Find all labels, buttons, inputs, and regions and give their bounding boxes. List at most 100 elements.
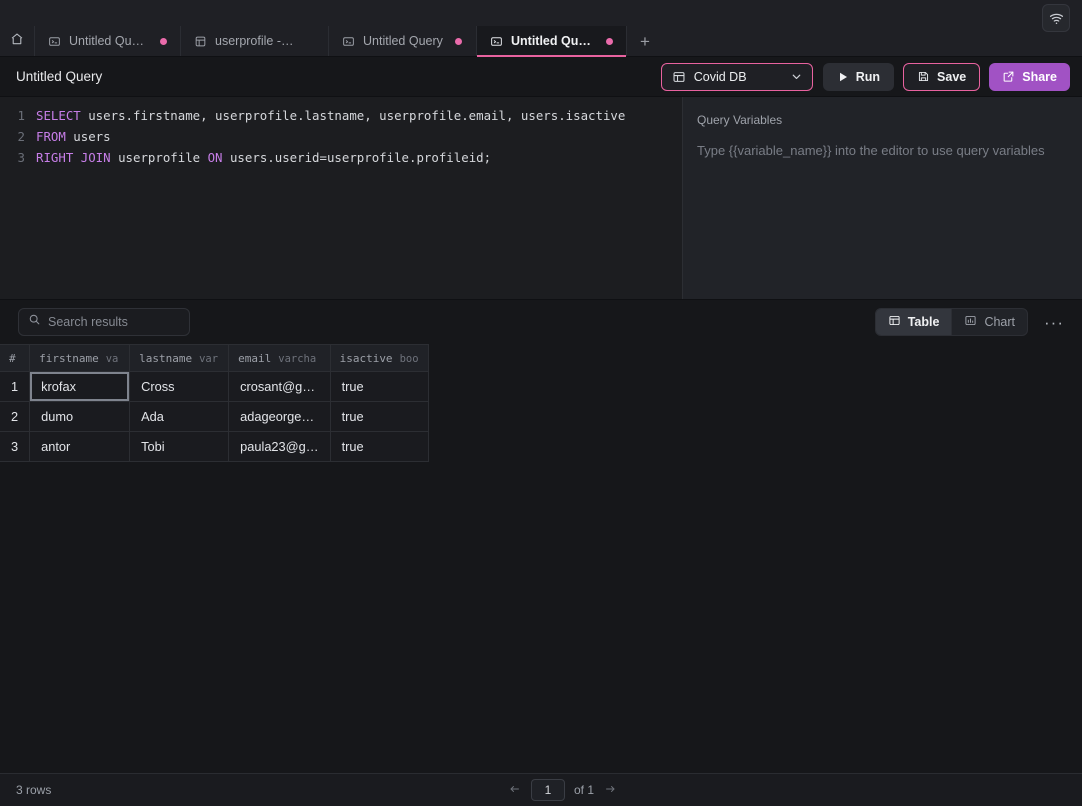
tab-modified-dot — [160, 38, 167, 45]
database-selector[interactable]: Covid DB — [661, 63, 813, 91]
database-panel-icon — [672, 70, 686, 84]
bar-chart-icon — [964, 314, 977, 330]
row-index: 2 — [0, 402, 30, 432]
table-header-row: # firstname va lastname var — [0, 345, 428, 372]
column-type: va — [106, 353, 119, 365]
home-icon — [10, 32, 24, 51]
query-terminal-icon — [490, 35, 503, 48]
share-button[interactable]: Share — [989, 63, 1070, 91]
search-icon — [28, 313, 41, 331]
table-icon — [194, 35, 207, 48]
results-table-head: # firstname va lastname var — [0, 345, 428, 372]
tab-chart-view[interactable]: Chart — [952, 309, 1027, 335]
editor-row: 1 SELECT users.firstname, userprofile.la… — [0, 97, 1082, 299]
code-line-3: 3 RIGHT JOIN userprofile ON users.userid… — [0, 147, 682, 168]
query-variables-hint: Type {{variable_name}} into the editor t… — [697, 143, 1068, 158]
tab-untitled-query-3-active[interactable]: Untitled Query — [477, 26, 627, 56]
table-view-label: Table — [908, 315, 940, 329]
table-row[interactable]: 1 krofax Cross crosant@g… true — [0, 372, 428, 402]
query-terminal-icon — [48, 35, 61, 48]
column-name: email — [238, 352, 271, 365]
tab-untitled-query-2[interactable]: Untitled Query — [329, 26, 477, 56]
run-label: Run — [856, 70, 880, 84]
tab-userprofile-table[interactable]: userprofile - Co... — [181, 26, 329, 56]
results-table-container: # firstname va lastname var — [0, 344, 1082, 773]
sql-text: users.firstname, userprofile.lastname, u… — [81, 108, 626, 123]
code-line-2: 2 FROM users — [0, 126, 682, 147]
results-more-options-button[interactable]: ··· — [1038, 314, 1070, 331]
cell-lastname[interactable]: Ada — [130, 402, 229, 432]
tab-modified-dot — [606, 38, 613, 45]
column-header-firstname[interactable]: firstname va — [30, 345, 130, 372]
cell-isactive[interactable]: true — [330, 432, 428, 462]
page-total-label: of 1 — [574, 783, 594, 797]
save-label: Save — [937, 70, 966, 84]
cell-firstname[interactable]: antor — [30, 432, 130, 462]
column-name: lastname — [139, 352, 192, 365]
run-button[interactable]: Run — [823, 63, 894, 91]
code-line-1: 1 SELECT users.firstname, userprofile.la… — [0, 105, 682, 126]
page-number-input[interactable]: 1 — [531, 779, 565, 801]
connection-status-button[interactable] — [1042, 4, 1070, 32]
tab-table-view[interactable]: Table — [876, 309, 952, 335]
column-type: varcha — [278, 353, 316, 365]
tab-label: Untitled Query — [363, 34, 443, 48]
line-number: 3 — [0, 147, 36, 168]
next-page-button[interactable] — [603, 783, 618, 798]
column-name: firstname — [39, 352, 99, 365]
table-view-icon — [888, 314, 901, 330]
results-table-body: 1 krofax Cross crosant@g… true 2 dumo Ad… — [0, 372, 428, 462]
tab-label: Untitled Query — [69, 34, 148, 48]
save-button[interactable]: Save — [903, 63, 980, 91]
tab-label: userprofile - Co... — [215, 34, 296, 48]
sql-editor-app: Untitled Query userprofile - Co... — [0, 0, 1082, 806]
home-tab-button[interactable] — [0, 26, 35, 56]
cell-isactive[interactable]: true — [330, 372, 428, 402]
cell-email[interactable]: paula23@g… — [229, 432, 330, 462]
row-count-label: 3 rows — [16, 783, 51, 797]
chart-view-label: Chart — [984, 315, 1015, 329]
search-input[interactable] — [48, 315, 209, 329]
row-index: 1 — [0, 372, 30, 402]
cell-lastname[interactable]: Cross — [130, 372, 229, 402]
column-header-lastname[interactable]: lastname var — [130, 345, 229, 372]
chevron-down-icon — [790, 70, 803, 83]
new-tab-button[interactable]: + — [627, 26, 663, 56]
search-results-box[interactable] — [18, 308, 190, 336]
ellipsis-icon: ··· — [1044, 313, 1064, 332]
previous-page-button[interactable] — [507, 783, 522, 798]
tab-modified-dot — [455, 38, 462, 45]
tab-untitled-query-1[interactable]: Untitled Query — [35, 26, 181, 56]
column-header-isactive[interactable]: isactive boo — [330, 345, 428, 372]
sql-editor[interactable]: 1 SELECT users.firstname, userprofile.la… — [0, 97, 683, 299]
page-title: Untitled Query — [16, 69, 102, 84]
column-type: boo — [400, 353, 419, 365]
cell-isactive[interactable]: true — [330, 402, 428, 432]
window-titlebar — [0, 0, 1082, 26]
cell-email[interactable]: adageorge… — [229, 402, 330, 432]
sql-keyword: ON — [208, 150, 223, 165]
code-content: SELECT users.firstname, userprofile.last… — [36, 105, 625, 126]
external-link-icon — [1002, 70, 1015, 83]
pagination: 1 of 1 — [507, 779, 618, 801]
cell-lastname[interactable]: Tobi — [130, 432, 229, 462]
sql-keyword: SELECT — [36, 108, 81, 123]
sql-keyword: FROM — [36, 129, 66, 144]
results-footer: 3 rows 1 of 1 — [0, 773, 1082, 806]
sql-keyword: RIGHT JOIN — [36, 150, 111, 165]
line-number: 1 — [0, 105, 36, 126]
query-terminal-icon — [342, 35, 355, 48]
row-index: 3 — [0, 432, 30, 462]
column-header-email[interactable]: email varcha — [229, 345, 330, 372]
cell-firstname[interactable]: dumo — [30, 402, 130, 432]
view-mode-toggle: Table Chart — [875, 308, 1028, 336]
tab-strip: Untitled Query userprofile - Co... — [0, 26, 1082, 57]
table-row[interactable]: 3 antor Tobi paula23@g… true — [0, 432, 428, 462]
sql-text: userprofile — [111, 150, 208, 165]
sql-text: users.userid=userprofile.profileid; — [223, 150, 492, 165]
sql-text: users — [66, 129, 111, 144]
cell-firstname[interactable]: krofax — [30, 372, 130, 402]
cell-email[interactable]: crosant@g… — [229, 372, 330, 402]
table-row[interactable]: 2 dumo Ada adageorge… true — [0, 402, 428, 432]
floppy-disk-icon — [917, 70, 930, 83]
